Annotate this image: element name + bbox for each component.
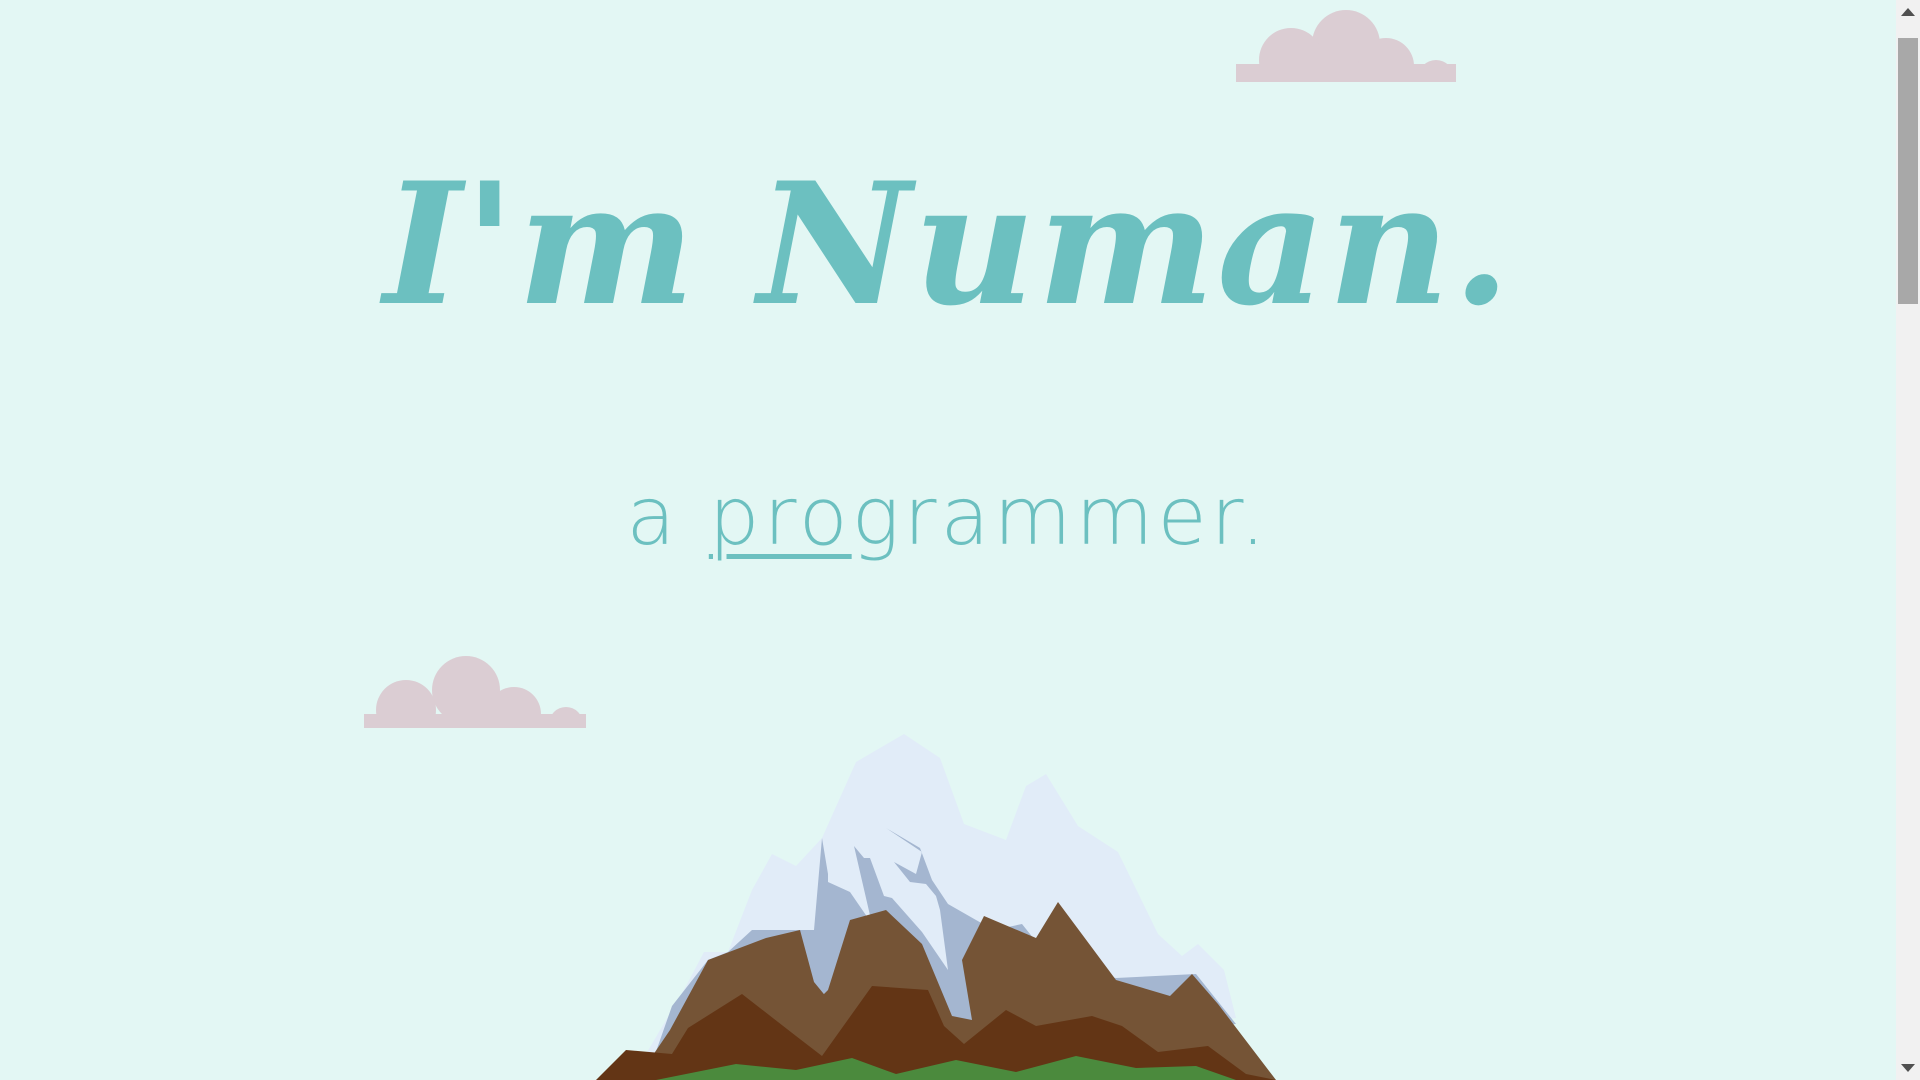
scrollbar-thumb[interactable] (1898, 38, 1918, 304)
hero-title: I'm Numan. (383, 145, 1513, 343)
hero-subtitle: a programmer. (0, 470, 1896, 563)
scroll-down-arrow-icon[interactable] (1896, 1056, 1920, 1080)
subtitle-suffix: grammer. (851, 470, 1270, 563)
vertical-scrollbar[interactable] (1896, 0, 1920, 1080)
mountain-illustration (596, 734, 1276, 1080)
scroll-up-arrow-icon[interactable] (1896, 0, 1920, 24)
cloud-middle-icon (364, 656, 586, 728)
subtitle-link[interactable]: pro (709, 470, 852, 563)
subtitle-prefix: a (626, 470, 709, 563)
page: I'm Numan. a programmer. (0, 0, 1896, 1080)
cloud-top-icon (1236, 10, 1456, 82)
